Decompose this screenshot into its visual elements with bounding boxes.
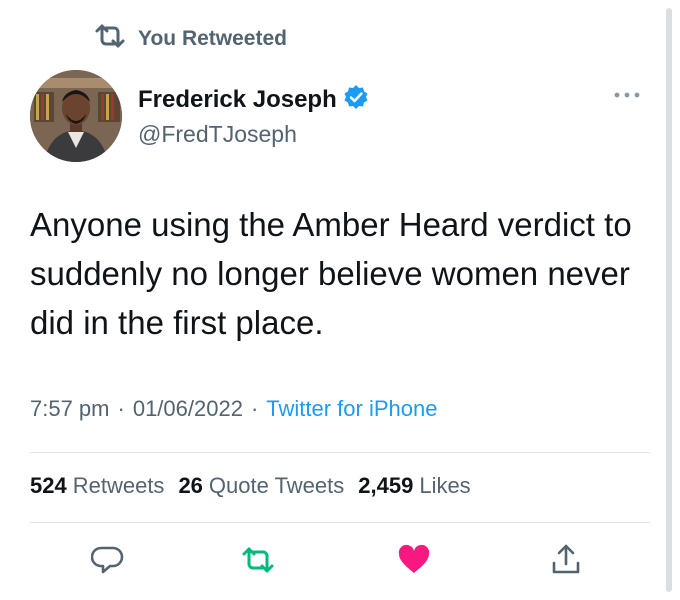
more-options-icon[interactable] [612, 86, 642, 98]
reply-icon [90, 543, 125, 582]
tweet-date[interactable]: 01/06/2022 [133, 396, 243, 422]
tweet-actions [0, 540, 680, 590]
quotes-count: 26 [178, 473, 203, 498]
share-icon [549, 543, 583, 582]
share-button[interactable] [548, 544, 584, 580]
scrollbar[interactable] [666, 8, 672, 592]
meta-separator: · [250, 396, 259, 421]
retweet-banner-text: You Retweeted [138, 27, 287, 50]
display-name[interactable]: Frederick Joseph [138, 86, 337, 114]
user-info: Frederick Joseph @FredTJoseph [138, 84, 369, 148]
quotes-label: Quote Tweets [208, 473, 345, 498]
tweet-time[interactable]: 7:57 pm [30, 396, 110, 422]
meta-separator: · [117, 396, 125, 421]
retweet-banner[interactable]: You Retweeted [94, 22, 287, 56]
reply-button[interactable] [90, 544, 126, 580]
tweet-page: You Retweeted Frederick Joseph @FredTJos… [0, 0, 680, 600]
tweet-source-link[interactable]: Twitter for iPhone [266, 396, 437, 422]
like-button[interactable] [396, 544, 432, 580]
avatar[interactable] [30, 70, 122, 162]
likes-stat[interactable]: 2,459 Likes [358, 473, 470, 499]
verified-badge-icon [337, 84, 369, 115]
retweets-stat[interactable]: 524 Retweets [30, 473, 164, 499]
display-name-row: Frederick Joseph [138, 84, 369, 115]
likes-label: Likes [419, 473, 471, 498]
likes-count: 2,459 [358, 473, 414, 498]
retweets-count: 524 [30, 473, 67, 498]
user-handle[interactable]: @FredTJoseph [138, 121, 369, 148]
tweet-meta: 7:57 pm · 01/06/2022 · Twitter for iPhon… [30, 396, 437, 422]
retweets-label: Retweets [72, 473, 165, 498]
tweet-stats: 524 Retweets 26 Quote Tweets 2,459 Likes [30, 473, 485, 499]
divider [30, 522, 650, 523]
retweet-icon [94, 22, 138, 56]
retweet-button[interactable] [240, 544, 276, 580]
quotes-stat[interactable]: 26 Quote Tweets [178, 473, 344, 499]
retweet-icon [241, 543, 275, 582]
divider [30, 452, 650, 453]
heart-icon [397, 543, 431, 582]
tweet-text: Anyone using the Amber Heard verdict to … [30, 206, 632, 341]
